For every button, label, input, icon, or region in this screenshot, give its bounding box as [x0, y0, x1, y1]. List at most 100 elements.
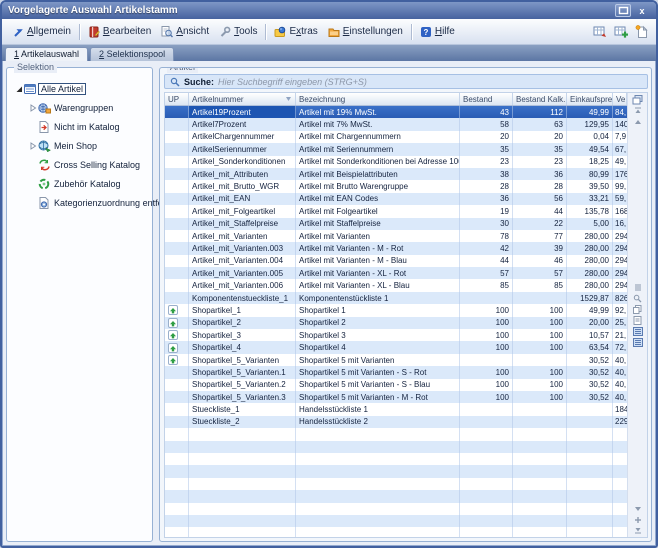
cell-kalk [513, 503, 567, 515]
cell-kalk: 20 [513, 131, 567, 143]
cell-ek: 20,00 [567, 317, 613, 329]
tree-caret-expanded-icon[interactable] [13, 85, 24, 93]
tree-item-zubeh-r-katalog[interactable]: Zubehör Katalog [13, 174, 150, 193]
column-header-bestand[interactable]: Bestand [460, 93, 513, 105]
table-row[interactable]: Shopartikel_1Shopartikel 110010049,9992, [165, 304, 627, 316]
cell-kalk: 28 [513, 180, 567, 192]
table-row[interactable]: Komponentenstueckliste_1Komponentenstück… [165, 292, 627, 304]
menu-item-extras[interactable]: Extras [269, 24, 322, 40]
table-row[interactable]: Artikel_SonderkonditionenArtikel mit Son… [165, 156, 627, 168]
tree-item-kategorienzuordnung-entfernen[interactable]: Kategorienzuordnung entfernen [13, 193, 150, 212]
table-row[interactable]: Artikel_mit_Brutto_WGRArtikel mit Brutto… [165, 180, 627, 192]
scroll-up-icon[interactable] [632, 116, 644, 127]
table-row[interactable]: Shopartikel_5_Varianten.3Shopartikel 5 m… [165, 391, 627, 403]
search-bar[interactable]: Suche: Hier Suchbegriff eingeben (STRG+S… [164, 74, 648, 89]
table-row[interactable]: Artikel_mit_Varianten.003Artikel mit Var… [165, 242, 627, 254]
column-header-vk[interactable]: Ve [613, 93, 627, 105]
menu-item-hilfe[interactable]: ?Hilfe [415, 24, 460, 40]
table-row[interactable]: Artikel_mit_Varianten.004Artikel mit Var… [165, 255, 627, 267]
scroll-down-icon[interactable] [632, 503, 644, 514]
list-blue-icon-2[interactable] [632, 337, 644, 348]
cell-kalk: 63 [513, 118, 567, 130]
scroll-bottom-icon[interactable] [632, 525, 644, 536]
grip-icon[interactable] [632, 282, 644, 293]
import-table-icon[interactable] [614, 25, 628, 38]
menu-item-ansicht[interactable]: Ansicht [156, 24, 214, 40]
table-row[interactable]: Artikel_mit_Varianten.006Artikel mit Var… [165, 279, 627, 291]
search-input-placeholder[interactable]: Hier Suchbegriff eingeben (STRG+S) [218, 77, 367, 87]
menu-item-tools[interactable]: Tools [214, 24, 262, 40]
table-row[interactable]: Stueckliste_2Handelsstückliste 2229 [165, 416, 627, 428]
table-row[interactable]: Artikel_mit_AttributenArtikel mit Beispi… [165, 168, 627, 180]
tab-artikelauswahl[interactable]: 1 Artikelauswahl [5, 47, 88, 61]
new-document-icon[interactable] [635, 25, 648, 38]
tab-selektionspool[interactable]: 2 Selektionspool [90, 47, 174, 61]
menu-item-einstellungen[interactable]: Einstellungen [323, 24, 408, 40]
copy-icon[interactable] [632, 304, 644, 315]
cell-bez: Handelsstückliste 2 [296, 416, 460, 428]
restore-button[interactable] [615, 4, 631, 17]
table-row[interactable]: ArtikelChargennummerArtikel mit Chargenn… [165, 131, 627, 143]
table-row[interactable]: Shopartikel_2Shopartikel 210010020,0025, [165, 317, 627, 329]
menu-item-label: Extras [289, 26, 317, 37]
close-button[interactable]: x [634, 4, 650, 17]
cell-bestand [460, 292, 513, 304]
table-row[interactable]: Stueckliste_1Handelsstückliste 1184 [165, 403, 627, 415]
cell-bestand: 100 [460, 304, 513, 316]
table-row-empty [165, 490, 627, 502]
table-row[interactable]: Shopartikel_4Shopartikel 410010063,5472, [165, 341, 627, 353]
cell-ek: 63,54 [567, 341, 613, 353]
export-table-icon[interactable] [593, 25, 607, 38]
table-row[interactable]: Artikel_mit_Varianten.005Artikel mit Var… [165, 267, 627, 279]
selektion-tree: Alle ArtikelWarengruppenNicht im Katalog… [7, 68, 152, 212]
table-row[interactable]: Artikel19ProzentArtikel mit 19% MwSt.431… [165, 106, 627, 118]
menu-item-bearbeiten[interactable]: Bearbeiten [83, 24, 156, 40]
column-chooser-icon[interactable] [632, 94, 644, 105]
tree-item-warengruppen[interactable]: Warengruppen [13, 98, 150, 117]
menu-item-allgemein[interactable]: Allgemein [7, 24, 76, 40]
cell-vk: 40, [613, 366, 627, 378]
cell-up [165, 490, 189, 502]
tree-caret-collapsed-icon[interactable] [27, 104, 38, 112]
table-row[interactable]: Artikel_mit_StaffelpreiseArtikel mit Sta… [165, 218, 627, 230]
cell-bez: Shopartikel 5 mit Varianten - M - Rot [296, 391, 460, 403]
scroll-top-icon[interactable] [632, 105, 644, 116]
cell-ek [567, 490, 613, 502]
table-row[interactable]: Shopartikel_5_VariantenShopartikel 5 mit… [165, 354, 627, 366]
cell-nr: Artikel_mit_Folgeartikel [189, 205, 296, 217]
magnifier-icon[interactable] [632, 293, 644, 304]
cell-bestand [460, 503, 513, 515]
tree-caret-collapsed-icon[interactable] [27, 142, 38, 150]
table-row[interactable]: Shopartikel_5_Varianten.2Shopartikel 5 m… [165, 379, 627, 391]
cell-vk: 294 [613, 267, 627, 279]
table-row[interactable]: Shopartikel_5_Varianten.1Shopartikel 5 m… [165, 366, 627, 378]
plus-icon[interactable] [632, 514, 644, 525]
tree-item-cross-selling-katalog[interactable]: Cross Selling Katalog [13, 155, 150, 174]
column-header-kalk[interactable]: Bestand Kalk. [513, 93, 567, 105]
tree-item-alle-artikel[interactable]: Alle Artikel [13, 79, 150, 98]
window: Vorgelagerte Auswahl Artikelstamm x Allg… [0, 0, 658, 548]
table-row[interactable]: Artikel_mit_FolgeartikelArtikel mit Folg… [165, 205, 627, 217]
column-header-nr[interactable]: Artikelnummer [189, 93, 296, 105]
tree-item-nicht-im-katalog[interactable]: Nicht im Katalog [13, 117, 150, 136]
cell-ek: 49,99 [567, 106, 613, 118]
table-row[interactable]: Artikel_mit_VariantenArtikel mit Variant… [165, 230, 627, 242]
pages-icon[interactable] [632, 315, 644, 326]
cell-nr: Shopartikel_3 [189, 329, 296, 341]
list-blue-icon[interactable] [632, 326, 644, 337]
cell-nr: Artikel_mit_Varianten.004 [189, 255, 296, 267]
cell-bez: Artikel mit Chargennummern [296, 131, 460, 143]
tree-item-label: Zubehör Katalog [52, 179, 123, 189]
table-row[interactable]: Shopartikel_3Shopartikel 310010010,5721, [165, 329, 627, 341]
table-row[interactable]: ArtikelSeriennummerArtikel mit Seriennum… [165, 143, 627, 155]
cell-ek: 30,52 [567, 354, 613, 366]
cell-vk: 294 [613, 279, 627, 291]
column-header-up[interactable]: UP [165, 93, 189, 105]
column-header-bez[interactable]: Bezeichnung [296, 93, 460, 105]
table-row[interactable]: Artikel_mit_EANArtikel mit EAN Codes3656… [165, 193, 627, 205]
tree-item-mein-shop[interactable]: Mein Shop [13, 136, 150, 155]
cell-nr: Artikel_mit_Varianten.003 [189, 242, 296, 254]
cell-ek [567, 453, 613, 465]
column-header-ek[interactable]: Einkaufspreis [567, 93, 613, 105]
table-row[interactable]: Artikel7ProzentArtikel mit 7% MwSt.58631… [165, 118, 627, 130]
